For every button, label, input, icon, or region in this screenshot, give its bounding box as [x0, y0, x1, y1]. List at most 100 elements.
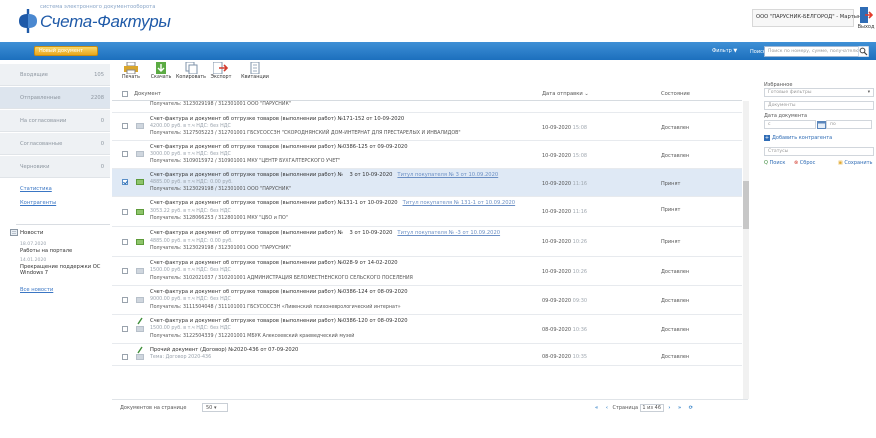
- reset-button[interactable]: ⊗ Сброс: [794, 160, 815, 166]
- row-recipient: Получатель: 3123029198 / 312301001 ООО "…: [150, 187, 292, 192]
- row-title[interactable]: Счет-фактура и документ об отгрузке това…: [150, 260, 398, 266]
- buyer-title-link[interactable]: Титул покупателя № 3 от 10.09.2020: [397, 172, 498, 178]
- save-button[interactable]: ▣ Сохранить: [838, 160, 872, 166]
- print-button[interactable]: Печать: [116, 62, 146, 80]
- search-input[interactable]: Поиск по номеру, сумме, получателю: [764, 46, 864, 57]
- add-icon[interactable]: +: [764, 135, 770, 141]
- select-all-checkbox[interactable]: [122, 91, 128, 97]
- scrollbar-thumb[interactable]: [743, 181, 749, 229]
- row-date-day: 08-09-2020: [542, 354, 572, 360]
- search-icon[interactable]: [858, 46, 869, 57]
- table-row[interactable]: Счет-фактура и документ об отгрузке това…: [112, 286, 742, 315]
- date-from-field[interactable]: с: [764, 120, 816, 129]
- filter-panel: Избранное Готовые фильтры ▾ Документы Дат…: [762, 80, 876, 200]
- sidebar-item-inbox[interactable]: Входящие 105: [0, 64, 110, 86]
- row-title[interactable]: Счет-фактура и документ об отгрузке това…: [150, 144, 408, 150]
- row-amount: 9000.00 руб. в т.ч НДС: без НДС: [150, 297, 231, 302]
- sidebar-item-label: Черновики: [20, 164, 50, 170]
- sidebar-item-approved[interactable]: Согласованные 0: [0, 133, 110, 155]
- ready-filters-select[interactable]: Готовые фильтры ▾: [764, 88, 874, 97]
- row-title[interactable]: Счет-фактура и документ об отгрузке това…: [150, 289, 408, 295]
- row-date: 10-09-2020 15:08: [542, 153, 587, 159]
- row-title[interactable]: Счет-фактура и документ об отгрузке това…: [150, 116, 404, 122]
- news-title[interactable]: Прекращение поддержки ОС Windows 7: [20, 264, 110, 276]
- prev-page-icon[interactable]: ‹: [606, 405, 608, 411]
- row-checkbox[interactable]: [122, 209, 128, 215]
- row-title[interactable]: Счет-фактура и документ об отгрузке това…: [150, 200, 515, 206]
- row-checkbox[interactable]: [122, 151, 128, 157]
- sidebar-item-count: 105: [94, 72, 104, 78]
- news-panel: Новости 18.07.2020 Работы на портале 14.…: [10, 224, 110, 304]
- statistics-link[interactable]: Статистика: [20, 186, 52, 192]
- row-title[interactable]: Счет-фактура и документ об отгрузке това…: [150, 318, 408, 324]
- table-row[interactable]: Счет-фактура и документ об отгрузке това…: [112, 257, 742, 286]
- row-title[interactable]: Прочий документ (Договор) №2020-436 от 0…: [150, 347, 298, 353]
- per-page-select[interactable]: 50 ▾: [202, 403, 228, 412]
- date-to-field[interactable]: по: [826, 120, 872, 129]
- column-date[interactable]: Дата отправки ⌄: [542, 91, 589, 97]
- calendar-icon[interactable]: [817, 120, 826, 129]
- row-checkbox[interactable]: [122, 179, 128, 185]
- table-row[interactable]: Счет-фактура и документ об отгрузке това…: [112, 113, 742, 141]
- news-date: 18.07.2020: [20, 242, 47, 247]
- table-row[interactable]: Счет-фактура и документ об отгрузке това…: [112, 169, 742, 197]
- attachment-icon: [137, 317, 143, 325]
- table-row[interactable]: Получатель: 3123029198 / 312301001 ООО "…: [112, 101, 742, 113]
- row-recipient: Получатель: 3109015972 / 310901001 МКУ "…: [150, 159, 341, 164]
- buyer-title-link[interactable]: Титул покупателя № 131-1 от 10.09.2020: [403, 200, 516, 206]
- row-checkbox[interactable]: [122, 268, 128, 274]
- page-input[interactable]: 1 из 46: [639, 404, 664, 412]
- counterparties-link[interactable]: Контрагенты: [20, 200, 56, 206]
- table-row[interactable]: Счет-фактура и документ об отгрузке това…: [112, 315, 742, 344]
- row-checkbox[interactable]: [122, 354, 128, 360]
- sidebar-item-approval[interactable]: На согласовании 0: [0, 110, 110, 132]
- document-icon: [136, 326, 144, 332]
- row-date-time: 10:26: [572, 239, 588, 245]
- table-row[interactable]: Счет-фактура и документ об отгрузке това…: [112, 141, 742, 169]
- receipts-button[interactable]: Квитанции: [240, 62, 270, 80]
- column-status[interactable]: Состояние: [661, 91, 690, 97]
- buyer-title-link[interactable]: Титул покупателя № -3 от 10.09.2020: [397, 230, 500, 236]
- logout-label: Выход: [857, 24, 875, 30]
- news-title[interactable]: Работы на портале: [20, 248, 110, 254]
- new-document-button[interactable]: Новый документ: [34, 46, 98, 56]
- download-button[interactable]: Скачать: [146, 62, 176, 80]
- add-counterparty-link[interactable]: Добавить контрагента: [772, 135, 832, 141]
- row-status: Доставлен: [661, 269, 690, 275]
- row-status: Доставлен: [661, 354, 690, 360]
- row-date-time: 09:30: [572, 298, 588, 304]
- logout-button[interactable]: Выход: [855, 6, 876, 36]
- documents-field[interactable]: Документы: [764, 101, 874, 110]
- next-page-icon[interactable]: ›: [668, 405, 670, 411]
- export-button[interactable]: Экспорт: [206, 62, 236, 80]
- doc-date-label: Дата документа: [764, 113, 808, 119]
- status-field[interactable]: Статусы: [764, 147, 874, 156]
- row-date: 10-09-2020 10:26: [542, 269, 587, 275]
- table-row[interactable]: Прочий документ (Договор) №2020-436 от 0…: [112, 344, 742, 366]
- row-checkbox[interactable]: [122, 239, 128, 245]
- row-checkbox[interactable]: [122, 326, 128, 332]
- row-title[interactable]: Счет-фактура и документ об отгрузке това…: [150, 230, 500, 236]
- row-checkbox[interactable]: [122, 297, 128, 303]
- last-page-icon[interactable]: »: [678, 405, 681, 411]
- news-heading: Новости: [20, 230, 44, 236]
- copy-button[interactable]: Копировать: [176, 62, 206, 80]
- row-checkbox[interactable]: [122, 123, 128, 129]
- download-icon: [156, 62, 166, 74]
- row-title-date: 3 от 10-09-2020: [349, 172, 393, 178]
- row-date: 10-09-2020 10:26: [542, 239, 587, 245]
- sidebar-item-drafts[interactable]: Черновики 0: [0, 156, 110, 178]
- sidebar-item-sent[interactable]: Отправленные 2208: [0, 87, 110, 109]
- filter-button[interactable]: Фильтр ▼: [712, 48, 737, 54]
- first-page-icon[interactable]: «: [595, 405, 598, 411]
- table-row[interactable]: Счет-фактура и документ об отгрузке това…: [112, 197, 742, 227]
- row-title[interactable]: Счет-фактура и документ об отгрузке това…: [150, 172, 498, 178]
- table-row[interactable]: Счет-фактура и документ об отгрузке това…: [112, 227, 742, 257]
- search-button[interactable]: Q Поиск: [764, 160, 785, 166]
- column-document[interactable]: Документ: [134, 91, 161, 97]
- list-scrollbar[interactable]: [743, 101, 749, 399]
- row-date-time: 15:08: [572, 125, 588, 131]
- refresh-icon[interactable]: ⟳: [689, 405, 693, 411]
- sidebar-item-count: 2208: [90, 95, 104, 101]
- all-news-link[interactable]: Все новости: [20, 287, 53, 293]
